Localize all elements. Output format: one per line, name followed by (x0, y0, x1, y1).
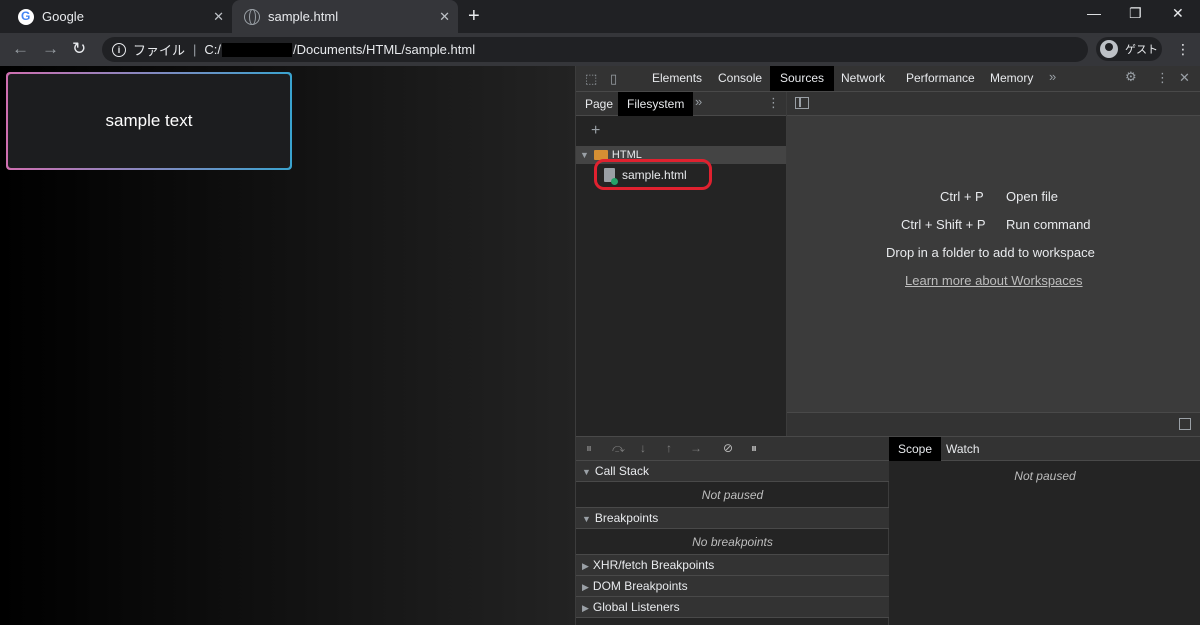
collapse-arrow-icon: ▶ (582, 603, 589, 613)
expand-arrow-icon: ▼ (582, 467, 591, 477)
profile-button[interactable]: ゲスト (1096, 37, 1162, 61)
editor-header (787, 92, 1200, 116)
sources-navigator: Page Filesystem » ⋮ + ▼ HTML sample.html (576, 92, 787, 436)
tab-elements[interactable]: Elements (642, 66, 712, 91)
tab-performance[interactable]: Performance (896, 66, 985, 91)
expand-arrow-icon: ▼ (582, 514, 591, 524)
call-stack-status: Not paused (576, 482, 889, 508)
shortcut-keys: Ctrl + Shift + P (901, 217, 986, 232)
url-separator: | (193, 42, 197, 57)
toggle-debugger-icon[interactable] (1179, 418, 1191, 430)
more-navigator-tabs-icon[interactable]: » (695, 94, 702, 109)
collapse-arrow-icon: ▶ (582, 582, 589, 592)
tab-memory[interactable]: Memory (980, 66, 1043, 91)
shortcut-keys: Ctrl + P (940, 189, 984, 204)
devtools-close-icon[interactable]: ✕ (1179, 70, 1190, 86)
navigator-menu-icon[interactable]: ⋮ (767, 95, 780, 111)
shortcut-action: Open file (1006, 189, 1059, 204)
scope-status: Not paused (1014, 469, 1076, 483)
devtools-menu-icon[interactable]: ⋮ (1156, 70, 1169, 86)
back-arrow-icon[interactable]: ← (12, 39, 29, 59)
devtools-panel: ⬚ ▯ Elements Console Sources Network Per… (575, 66, 1200, 625)
step-into-icon[interactable]: ↓ (640, 441, 646, 455)
collapse-arrow-icon: ▶ (582, 561, 589, 571)
section-title: DOM Breakpoints (592, 579, 688, 593)
inspect-element-icon[interactable]: ⬚ (585, 71, 597, 87)
section-title: Breakpoints (594, 511, 659, 525)
tab-strip: Google ✕ sample.html ✕ + — ❐ ✕ (0, 0, 1200, 33)
address-bar[interactable]: i ファイル | C:/ /Documents/HTML/sample.html (102, 37, 1088, 62)
tab-console[interactable]: Console (708, 66, 772, 91)
breakpoints-status: No breakpoints (576, 529, 889, 555)
breakpoints-header[interactable]: ▼ Breakpoints (576, 508, 889, 529)
globe-favicon-icon (244, 8, 260, 25)
section-title: Global Listeners (592, 600, 680, 614)
step-icon[interactable]: → (690, 441, 702, 455)
tab-page[interactable]: Page (576, 92, 622, 116)
collapse-arrow-icon[interactable]: ▼ (580, 150, 589, 160)
tab-sources[interactable]: Sources (770, 66, 835, 91)
step-out-icon[interactable]: ↑ (666, 441, 672, 455)
sample-text: sample text (8, 74, 290, 168)
step-over-icon[interactable]: ⤼ (612, 441, 625, 456)
sample-box: sample text (6, 72, 292, 170)
tab-scope[interactable]: Scope (889, 437, 942, 461)
settings-gear-icon[interactable]: ⚙ (1125, 69, 1137, 85)
learn-workspaces-link[interactable]: Learn more about Workspaces (905, 273, 1083, 288)
call-stack-header[interactable]: ▼ Call Stack (576, 461, 889, 482)
xhr-breakpoints-header[interactable]: ▶ XHR/fetch Breakpoints (576, 555, 889, 576)
google-favicon-icon (18, 8, 34, 25)
tab-google[interactable]: Google ✕ (8, 0, 232, 33)
navigator-tabbar: Page Filesystem » ⋮ (576, 92, 786, 116)
section-title: Call Stack (594, 464, 649, 478)
pause-icon[interactable]: ⏸ (586, 441, 592, 456)
tab-sample-html[interactable]: sample.html ✕ (232, 0, 458, 33)
restore-icon[interactable]: ❐ (1129, 5, 1142, 22)
url-path-suffix: /Documents/HTML/sample.html (293, 42, 476, 57)
scope-tabbar: Scope Watch (889, 436, 1200, 461)
sources-editor: Ctrl + P Open file Ctrl + Shift + P Run … (787, 92, 1200, 436)
editor-footer (787, 412, 1200, 436)
tab-watch[interactable]: Watch (937, 437, 989, 461)
window-close-icon[interactable]: ✕ (1172, 5, 1184, 22)
forward-arrow-icon[interactable]: → (42, 39, 59, 59)
new-tab-button[interactable]: + (468, 5, 480, 28)
devtools-tabbar: ⬚ ▯ Elements Console Sources Network Per… (576, 66, 1200, 92)
toggle-navigator-icon[interactable] (795, 97, 809, 109)
more-tabs-icon[interactable]: » (1049, 69, 1056, 84)
shortcut-action: Run command (1006, 217, 1091, 232)
section-title: XHR/fetch Breakpoints (592, 558, 715, 572)
drop-folder-hint: Drop in a folder to add to workspace (886, 245, 1095, 260)
device-toolbar-icon[interactable]: ▯ (610, 71, 617, 87)
tab-title: sample.html (268, 9, 339, 24)
debugger-sidebar: ▼ Call Stack Not paused ▼ Breakpoints No b… (576, 461, 889, 625)
debugger-toolbar: ⏸ ⤼ ↓ ↑ → ⊘ ⏸ (576, 436, 889, 461)
tab-title: Google (42, 9, 84, 24)
avatar-icon (1100, 40, 1118, 58)
red-highlight-annotation (594, 159, 712, 190)
close-tab-icon[interactable]: ✕ (439, 9, 450, 25)
global-listeners-header[interactable]: ▶ Global Listeners (576, 597, 889, 618)
url-path-prefix: C:/ (204, 42, 222, 57)
page-viewport: sample text (0, 66, 575, 625)
dom-breakpoints-header[interactable]: ▶ DOM Breakpoints (576, 576, 889, 597)
info-icon[interactable]: i (112, 42, 126, 57)
reload-icon[interactable]: ↻ (72, 39, 86, 59)
scope-watch-pane: Scope Watch Not paused (889, 436, 1200, 625)
profile-label: ゲスト (1125, 44, 1158, 56)
redacted-path-block (222, 42, 293, 57)
tab-filesystem[interactable]: Filesystem (618, 92, 694, 116)
browser-menu-icon[interactable]: ⋮ (1176, 41, 1190, 58)
close-tab-icon[interactable]: ✕ (213, 9, 224, 25)
url-scheme-label: ファイル (133, 43, 186, 58)
pause-on-exceptions-icon[interactable]: ⏸ (751, 441, 757, 456)
add-folder-icon[interactable]: + (591, 122, 600, 140)
deactivate-breakpoints-icon[interactable]: ⊘ (723, 441, 733, 455)
tab-network[interactable]: Network (831, 66, 895, 91)
minimize-icon[interactable]: — (1087, 5, 1101, 21)
